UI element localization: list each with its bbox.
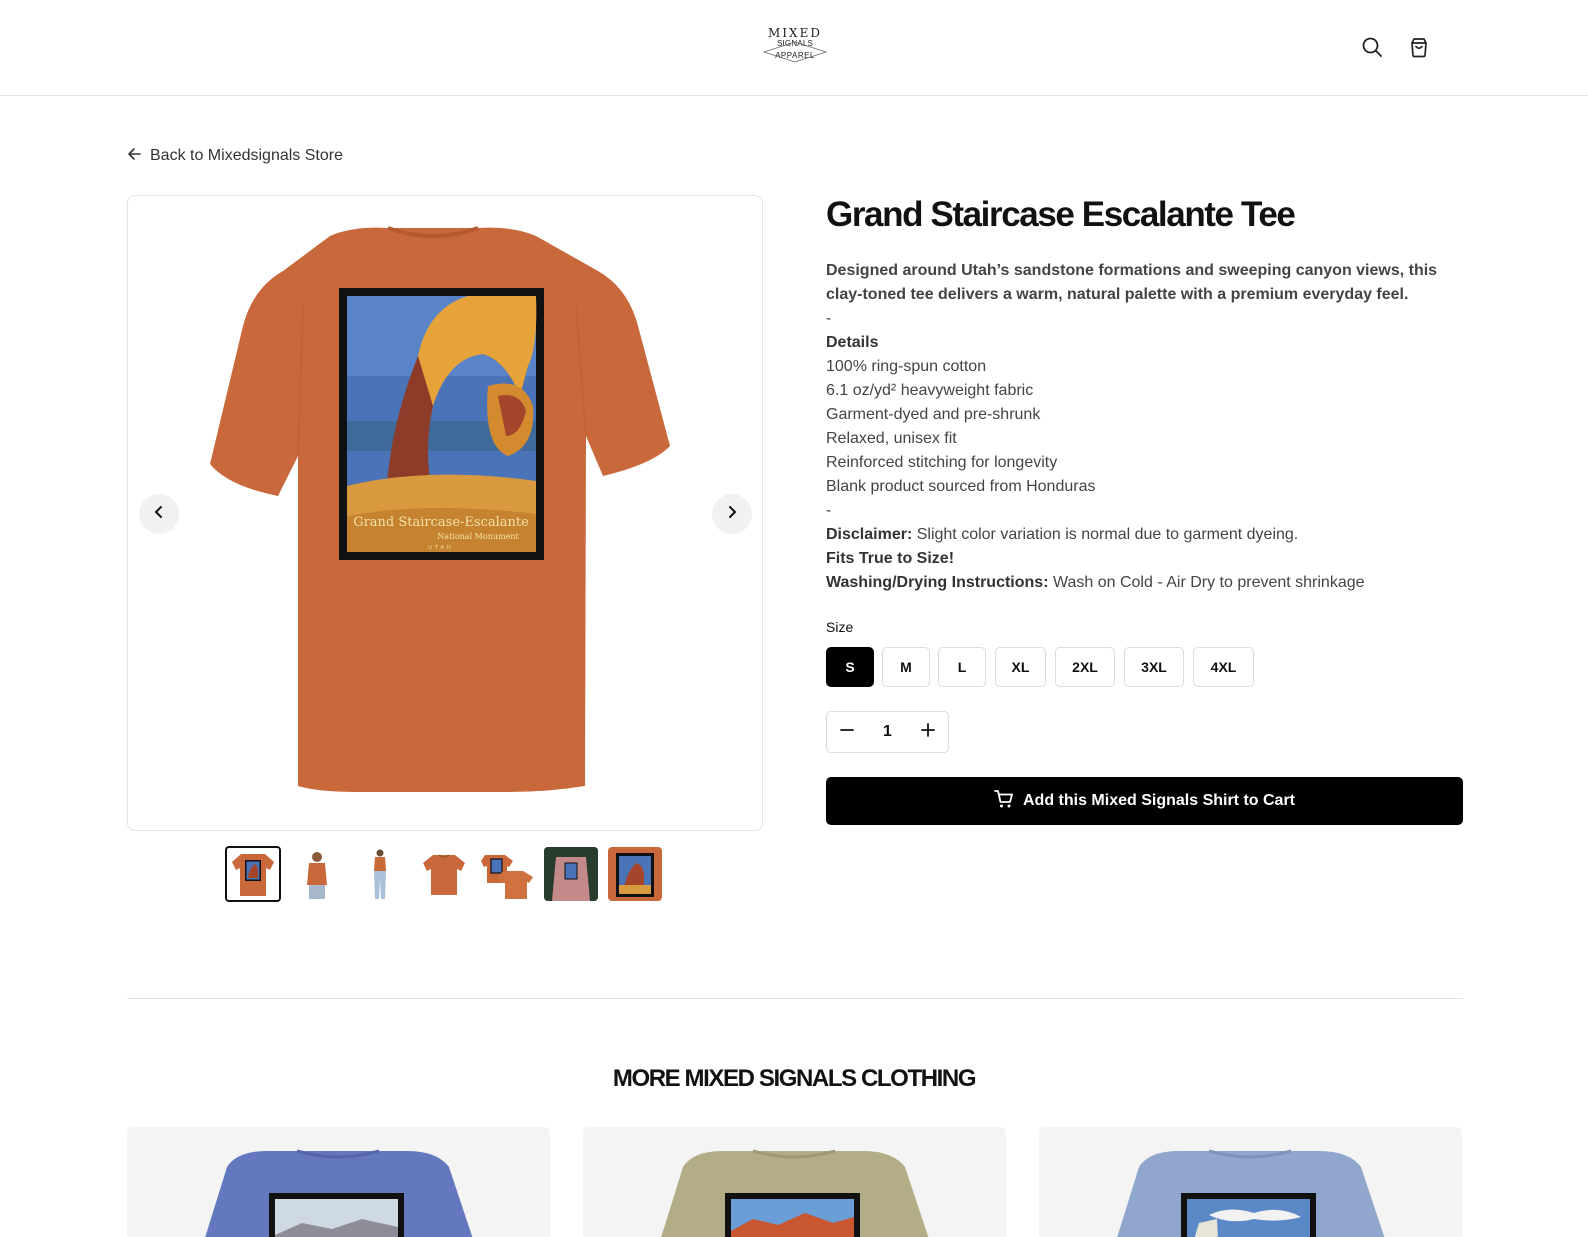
poster-title-text: Grand Staircase-Escalante (353, 515, 529, 530)
section-divider (127, 998, 1463, 999)
size-option-xl[interactable]: XL (995, 647, 1046, 687)
quantity-increase-button[interactable] (908, 712, 948, 752)
shopping-bag-icon[interactable] (1408, 36, 1430, 58)
product-card-1[interactable] (127, 1127, 550, 1237)
washing-line: Washing/Drying Instructions: Wash on Col… (826, 571, 1466, 595)
detail-item: 6.1 oz/yd² heavyweight fabric (826, 382, 1034, 399)
add-to-cart-button[interactable]: Add this Mixed Signals Shirt to Cart (826, 777, 1463, 825)
chevron-right-icon (726, 505, 738, 524)
quantity-stepper: 1 (826, 711, 949, 753)
back-to-store-link[interactable]: Back to Mixedsignals Store (127, 146, 343, 166)
quantity-decrease-button[interactable] (827, 712, 867, 752)
cart-icon (994, 789, 1014, 814)
detail-item: Blank product sourced from Honduras (826, 478, 1096, 495)
size-option-3xl[interactable]: 3XL (1124, 647, 1184, 687)
thumbnail-1[interactable] (225, 846, 281, 902)
add-to-cart-label: Add this Mixed Signals Shirt to Cart (1022, 792, 1296, 809)
product-card-3[interactable] (1039, 1127, 1462, 1237)
disclaimer-label: Disclaimer: (826, 526, 913, 543)
back-link-label: Back to Mixedsignals Store (150, 147, 343, 164)
product-title: Grand Staircase Escalante Tee (826, 195, 1296, 234)
thumbnail-6[interactable] (544, 847, 598, 901)
logo-line-1: MIXED (768, 26, 822, 40)
thumbnail-4[interactable] (417, 847, 471, 901)
chevron-left-icon (153, 505, 165, 524)
product-main-image[interactable]: Grand Staircase-Escalante National Monum… (128, 196, 763, 831)
quantity-value[interactable]: 1 (867, 712, 908, 752)
size-option-4xl[interactable]: 4XL (1193, 647, 1254, 687)
arrow-left-icon (127, 147, 141, 166)
product-card-image-1 (205, 1149, 473, 1237)
description-intro-line-2: clay-toned tee delivers a warm, natural … (826, 286, 1409, 303)
disclaimer-text: Slight color variation is normal due to … (916, 526, 1299, 543)
product-card-image-3 (1117, 1149, 1385, 1237)
minus-icon (840, 723, 854, 742)
thumbnail-5[interactable] (481, 847, 535, 901)
poster-state-text: UTAH (428, 545, 454, 551)
size-option-s[interactable]: S (826, 647, 874, 687)
disclaimer-line: Disclaimer: Slight color variation is no… (826, 523, 1466, 547)
site-header: MIXED SIGNALS APPAREL (0, 0, 1588, 96)
size-option-l[interactable]: L (938, 647, 986, 687)
description-separator: - (826, 502, 832, 519)
plus-icon (921, 722, 935, 742)
brand-logo[interactable]: MIXED SIGNALS APPAREL (762, 24, 828, 72)
gallery-next-button[interactable] (712, 494, 752, 534)
details-heading: Details (826, 334, 879, 351)
fit-note: Fits True to Size! (826, 550, 955, 567)
poster-subtitle-text: National Monument (437, 532, 519, 541)
gallery-prev-button[interactable] (139, 494, 179, 534)
logo-diamond-graphic (762, 41, 828, 63)
washing-label: Washing/Drying Instructions: (826, 574, 1049, 591)
thumbnail-2[interactable] (290, 847, 344, 901)
product-description: Designed around Utah’s sandstone formati… (826, 259, 1466, 595)
detail-item: Reinforced stitching for longevity (826, 454, 1058, 471)
thumbnail-3[interactable] (353, 847, 407, 901)
description-separator: - (826, 310, 832, 327)
size-option-2xl[interactable]: 2XL (1055, 647, 1115, 687)
thumbnail-7[interactable] (608, 847, 662, 901)
more-clothing-heading: MORE MIXED SIGNALS CLOTHING (612, 1065, 977, 1092)
product-card-2[interactable] (583, 1127, 1006, 1237)
size-label: Size (826, 619, 854, 635)
detail-item: Garment-dyed and pre-shrunk (826, 406, 1041, 423)
size-option-m[interactable]: M (882, 647, 930, 687)
product-card-image-2 (661, 1149, 929, 1237)
search-icon[interactable] (1361, 36, 1383, 58)
description-intro-line-1: Designed around Utah’s sandstone formati… (826, 262, 1438, 279)
washing-text: Wash on Cold - Air Dry to prevent shrink… (1052, 574, 1365, 591)
detail-item: 100% ring-spun cotton (826, 358, 987, 375)
detail-item: Relaxed, unisex fit (826, 430, 957, 447)
product-image-gallery: Grand Staircase-Escalante National Monum… (127, 195, 763, 831)
